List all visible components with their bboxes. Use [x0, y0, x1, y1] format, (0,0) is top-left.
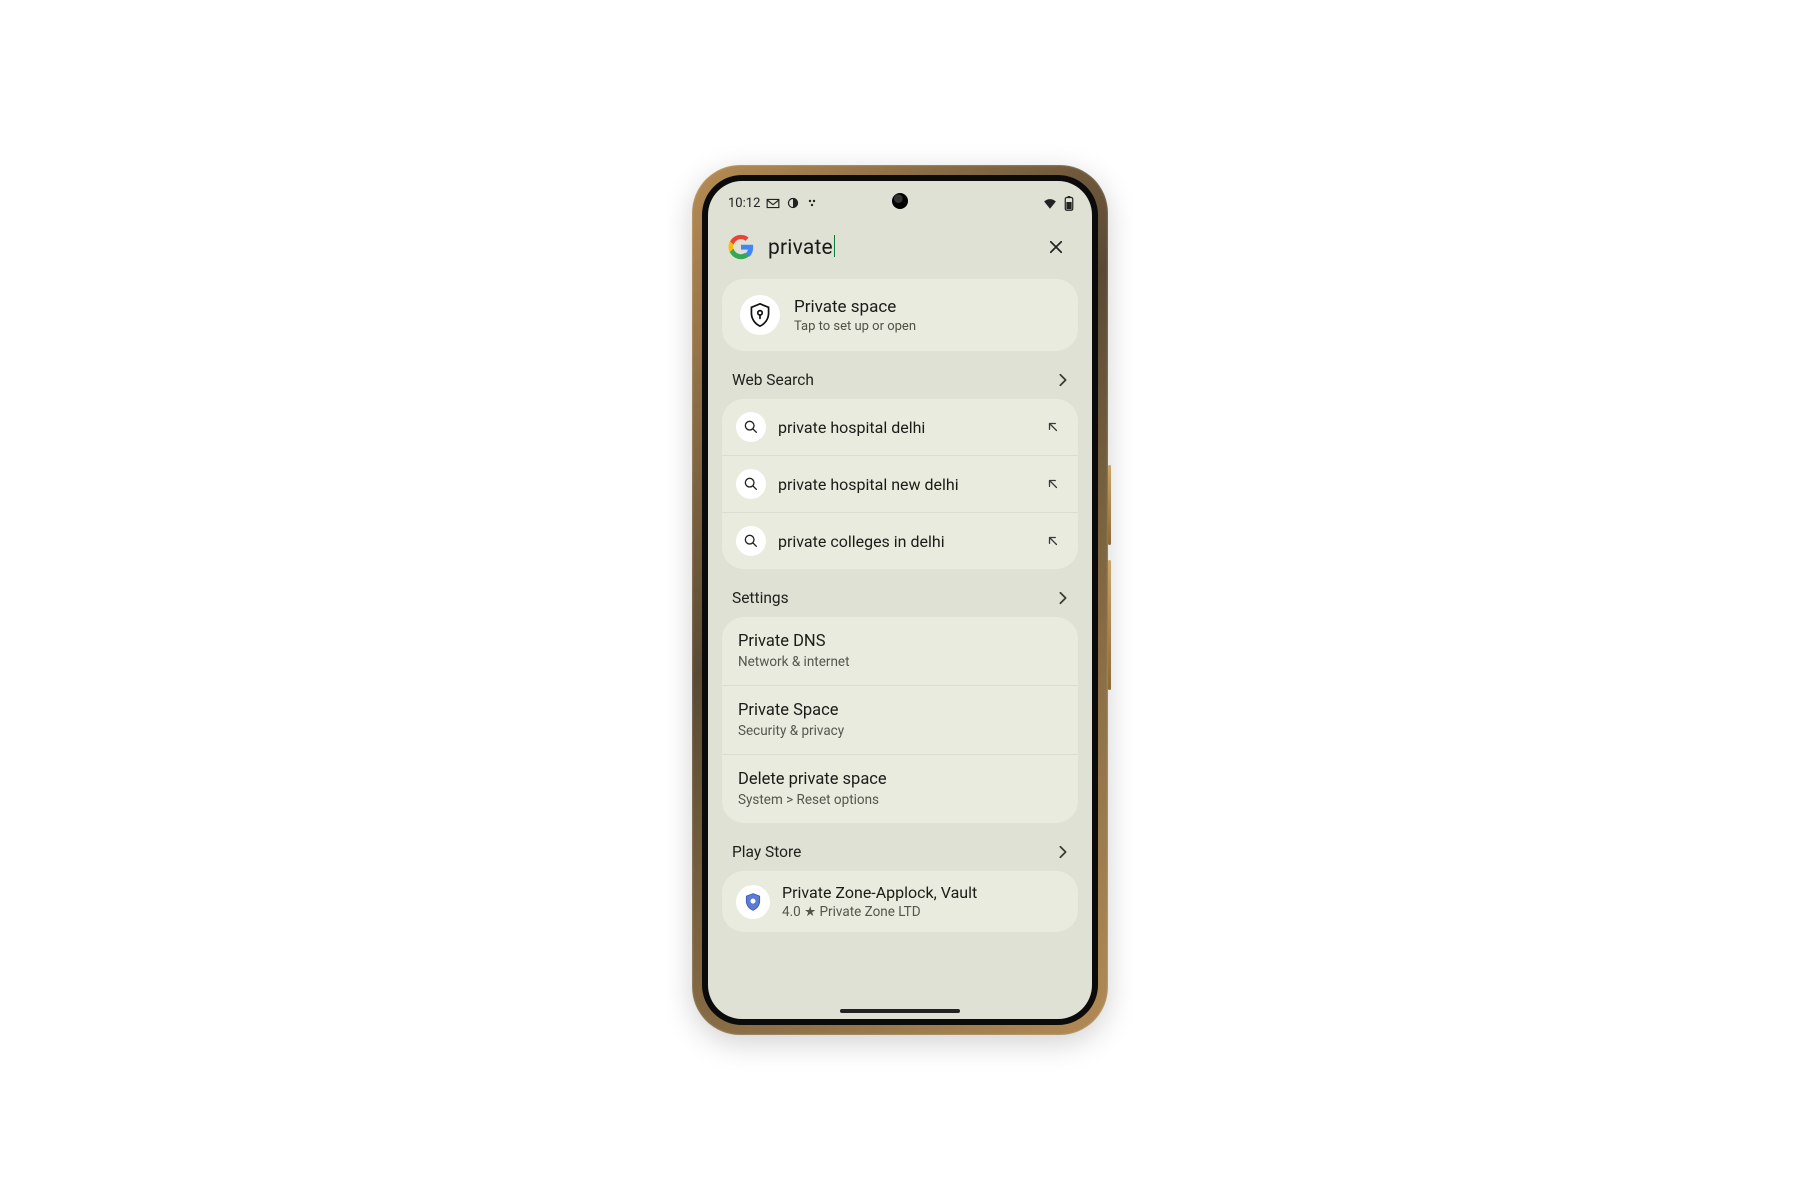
phone-bezel: 10:12: [702, 175, 1098, 1025]
arrow-insert-icon: [1046, 420, 1060, 434]
text-caret: [834, 235, 836, 257]
settings-results: Private DNS Network & internet Private S…: [722, 617, 1078, 823]
web-search-section-header[interactable]: Web Search: [722, 351, 1078, 399]
settings-row-title: Delete private space: [738, 770, 1062, 789]
google-logo-icon: [728, 234, 754, 260]
play-store-section-header[interactable]: Play Store: [722, 823, 1078, 871]
private-space-title: Private space: [794, 297, 916, 317]
settings-result-row[interactable]: Delete private space System > Reset opti…: [722, 754, 1078, 823]
search-icon: [736, 469, 766, 499]
circle-status-icon: [786, 196, 800, 210]
web-suggestion-label: private colleges in delhi: [778, 532, 1030, 551]
settings-row-title: Private DNS: [738, 632, 1062, 651]
settings-header-label: Settings: [732, 589, 789, 607]
phone-screen: 10:12: [708, 181, 1092, 1019]
arrow-insert-icon: [1046, 477, 1060, 491]
arrow-insert-icon: [1046, 534, 1060, 548]
settings-section-header[interactable]: Settings: [722, 569, 1078, 617]
web-suggestion-row[interactable]: private hospital new delhi: [722, 455, 1078, 512]
private-space-shield-icon: [740, 295, 780, 335]
play-result-subtitle: 4.0 ★ Private Zone LTD: [782, 904, 977, 920]
settings-result-row[interactable]: Private DNS Network & internet: [722, 617, 1078, 685]
search-header: private: [708, 219, 1092, 279]
battery-icon: [1064, 196, 1074, 211]
status-right: [1042, 196, 1074, 211]
gesture-nav-handle[interactable]: [840, 1009, 960, 1013]
chevron-right-icon: [1058, 373, 1068, 387]
chevron-right-icon: [1058, 591, 1068, 605]
chevron-right-icon: [1058, 845, 1068, 859]
search-icon: [736, 412, 766, 442]
search-query-text: private: [768, 236, 833, 260]
close-icon: [1047, 238, 1065, 256]
phone-frame: 10:12: [692, 165, 1108, 1035]
private-space-card[interactable]: Private space Tap to set up or open: [722, 279, 1078, 351]
status-left: 10:12: [728, 196, 820, 211]
wifi-icon: [1042, 197, 1058, 210]
private-space-subtitle: Tap to set up or open: [794, 319, 916, 334]
play-result-title: Private Zone-Applock, Vault: [782, 883, 977, 902]
gmail-icon: [766, 196, 780, 210]
front-camera: [892, 193, 908, 209]
web-suggestion-row[interactable]: private hospital delhi: [722, 399, 1078, 455]
app-icon: [736, 885, 770, 919]
settings-row-title: Private Space: [738, 701, 1062, 720]
web-suggestion-row[interactable]: private colleges in delhi: [722, 512, 1078, 569]
web-suggestion-label: private hospital delhi: [778, 418, 1030, 437]
play-store-header-label: Play Store: [732, 843, 801, 861]
play-store-result[interactable]: Private Zone-Applock, Vault 4.0 ★ Privat…: [722, 871, 1078, 932]
insert-suggestion-button[interactable]: [1042, 416, 1064, 438]
insert-suggestion-button[interactable]: [1042, 530, 1064, 552]
clear-search-button[interactable]: [1042, 233, 1070, 261]
web-search-header-label: Web Search: [732, 371, 814, 389]
web-search-suggestions: private hospital delhi private hospital …: [722, 399, 1078, 569]
web-suggestion-label: private hospital new delhi: [778, 475, 1030, 494]
dots-status-icon: [806, 196, 820, 210]
insert-suggestion-button[interactable]: [1042, 473, 1064, 495]
search-icon: [736, 526, 766, 556]
settings-row-subtitle: System > Reset options: [738, 792, 1062, 808]
settings-result-row[interactable]: Private Space Security & privacy: [722, 685, 1078, 754]
status-time: 10:12: [728, 196, 760, 211]
search-input[interactable]: private: [768, 235, 1028, 260]
settings-row-subtitle: Network & internet: [738, 654, 1062, 670]
settings-row-subtitle: Security & privacy: [738, 723, 1062, 739]
